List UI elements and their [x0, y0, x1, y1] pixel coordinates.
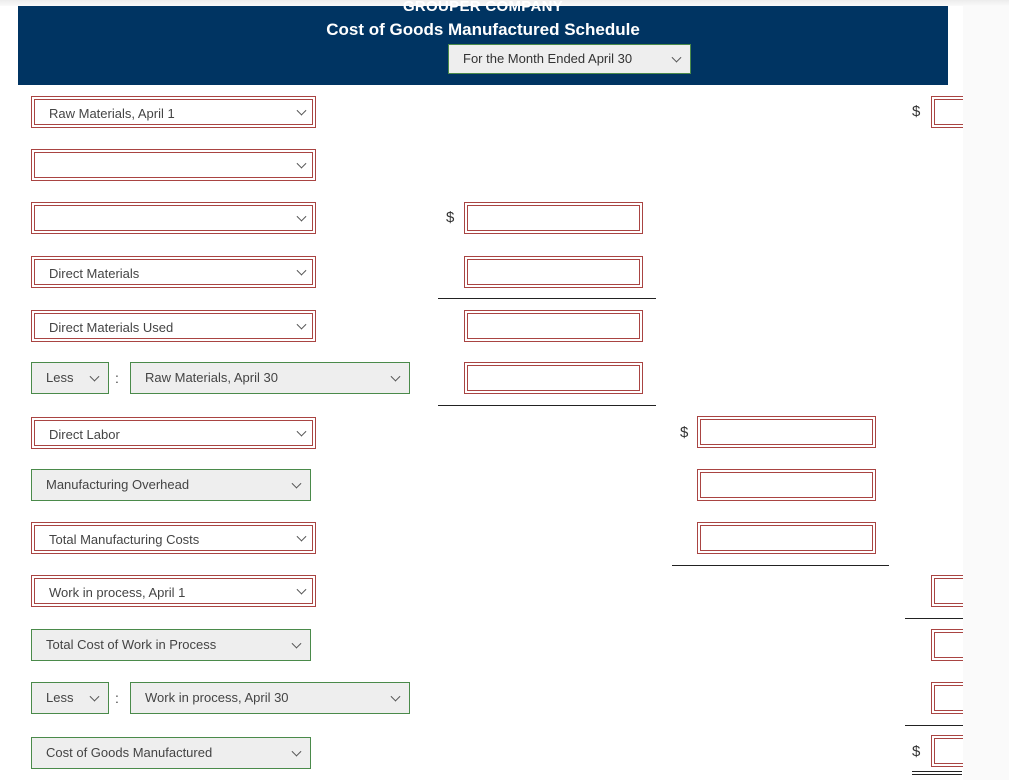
- subtotal-rule: [905, 618, 965, 619]
- period-select-value: For the Month Ended April 30: [463, 51, 633, 66]
- row7-select-value: Direct Labor: [34, 420, 313, 446]
- row2-select-value: [34, 152, 313, 178]
- chevron-down-icon: [291, 478, 302, 489]
- col1-row6-input[interactable]: [464, 362, 643, 394]
- row11-select[interactable]: Total Cost of Work in Process: [31, 629, 311, 661]
- row1-select[interactable]: Raw Materials, April 1: [31, 96, 316, 128]
- company-name: GROUPER COMPANY: [402, 0, 564, 15]
- row3-select-value: [34, 205, 313, 231]
- row1-select-value: Raw Materials, April 1: [34, 99, 313, 125]
- col1-row5-input[interactable]: [464, 310, 643, 342]
- dollar-sign: $: [912, 743, 921, 760]
- col2-row8-input[interactable]: [697, 469, 876, 501]
- row10-select[interactable]: Work in process, April 1: [31, 575, 316, 607]
- row8-select-value: Manufacturing Overhead: [46, 477, 190, 492]
- row6-select[interactable]: Raw Materials, April 30: [130, 362, 410, 394]
- row6-operator-select[interactable]: Less: [31, 362, 109, 394]
- row12-operator-select[interactable]: Less: [31, 682, 109, 714]
- row12-operator-value: Less: [46, 690, 74, 705]
- dollar-sign: $: [912, 103, 921, 120]
- row13-select[interactable]: Cost of Goods Manufactured: [31, 737, 311, 769]
- chevron-down-icon: [390, 371, 401, 382]
- row3-select[interactable]: [31, 202, 316, 234]
- chevron-down-icon: [89, 371, 100, 382]
- chevron-down-icon: [89, 691, 100, 702]
- col2-row7-input[interactable]: [697, 416, 876, 448]
- double-rule-top: [912, 771, 962, 772]
- subtotal-rule: [438, 405, 656, 406]
- chevron-down-icon: [671, 52, 682, 63]
- row11-select-value: Total Cost of Work in Process: [46, 637, 217, 652]
- row13-select-value: Cost of Goods Manufactured: [46, 745, 213, 760]
- subtotal-rule: [905, 725, 965, 726]
- row4-select-value: Direct Materials: [34, 259, 313, 285]
- row4-select[interactable]: Direct Materials: [31, 256, 316, 288]
- schedule-header: GROUPER COMPANY Cost of Goods Manufactur…: [18, 0, 948, 85]
- right-margin: [963, 6, 1009, 780]
- row6-operator-value: Less: [46, 370, 74, 385]
- subtotal-rule: [672, 565, 889, 566]
- row7-select[interactable]: Direct Labor: [31, 417, 316, 449]
- row12-select-value: Work in process, April 30: [145, 690, 289, 705]
- period-select[interactable]: For the Month Ended April 30: [448, 44, 691, 74]
- dollar-sign: $: [446, 209, 455, 226]
- double-rule-bottom: [912, 774, 962, 775]
- col1-row4-input[interactable]: [464, 256, 643, 288]
- dollar-sign: $: [680, 424, 689, 441]
- schedule-title: Cost of Goods Manufactured Schedule: [326, 20, 640, 39]
- subtotal-rule: [438, 298, 656, 299]
- colon-separator: :: [115, 690, 119, 706]
- chevron-down-icon: [291, 638, 302, 649]
- row12-select[interactable]: Work in process, April 30: [130, 682, 410, 714]
- col1-row3-input[interactable]: [464, 202, 643, 234]
- chevron-down-icon: [291, 746, 302, 757]
- colon-separator: :: [115, 370, 119, 386]
- row5-select[interactable]: Direct Materials Used: [31, 310, 316, 342]
- row6-select-value: Raw Materials, April 30: [145, 370, 278, 385]
- row2-select[interactable]: [31, 149, 316, 181]
- chevron-down-icon: [390, 691, 401, 702]
- row8-select[interactable]: Manufacturing Overhead: [31, 469, 311, 501]
- col2-row9-input[interactable]: [697, 522, 876, 554]
- row9-select-value: Total Manufacturing Costs: [34, 525, 313, 551]
- row10-select-value: Work in process, April 1: [34, 578, 313, 604]
- row5-select-value: Direct Materials Used: [34, 313, 313, 339]
- row9-select[interactable]: Total Manufacturing Costs: [31, 522, 316, 554]
